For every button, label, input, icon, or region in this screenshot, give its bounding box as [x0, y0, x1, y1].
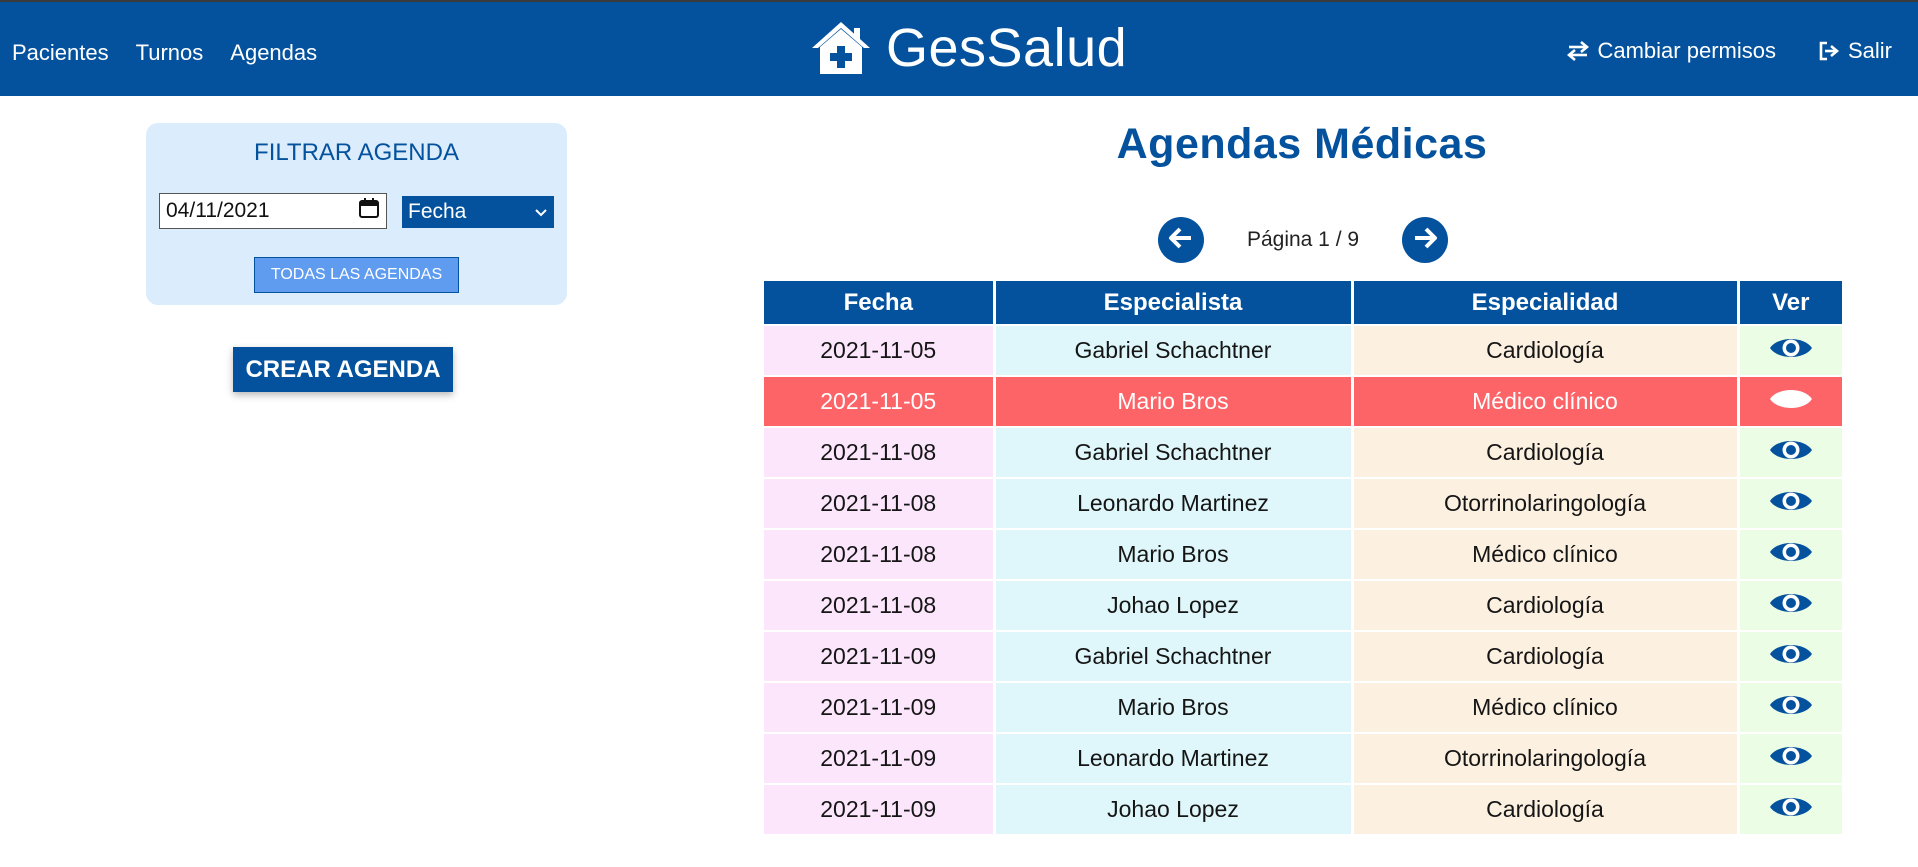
cell-especialidad: Cardiología	[1352, 783, 1740, 834]
eye-icon[interactable]	[1768, 588, 1814, 624]
table-header-row: Fecha Especialista Especialidad Ver	[764, 281, 1842, 325]
cell-ver	[1738, 324, 1842, 376]
home-medical-icon	[810, 20, 872, 76]
cambiar-permisos-label: Cambiar permisos	[1597, 38, 1776, 63]
table-row: 2021-11-08 Gabriel Schachtner Cardiología	[764, 426, 1842, 478]
salir-link[interactable]: Salir	[1818, 38, 1892, 64]
cell-fecha: 2021-11-08	[764, 528, 996, 580]
cell-especialista: Gabriel Schachtner	[994, 426, 1354, 478]
cell-especialidad: Cardiología	[1352, 579, 1740, 631]
cell-fecha: 2021-11-05	[764, 324, 996, 376]
header-ver: Ver	[1738, 281, 1842, 325]
top-navbar: Pacientes Turnos Agendas GesSalud Cambia…	[0, 0, 1918, 96]
salir-label: Salir	[1847, 38, 1892, 63]
filter-type-select[interactable]: Fecha	[402, 196, 554, 228]
cell-ver	[1738, 630, 1842, 682]
cell-especialidad: Médico clínico	[1352, 528, 1740, 580]
cell-especialista: Leonardo Martinez	[994, 477, 1354, 529]
exchange-icon	[1567, 41, 1590, 61]
nav-link-turnos[interactable]: Turnos	[136, 40, 204, 66]
eye-icon[interactable]	[1768, 435, 1814, 471]
cell-ver	[1738, 579, 1842, 631]
table-row: 2021-11-05 Mario Bros Médico clínico	[764, 375, 1842, 427]
header-especialista: Especialista	[994, 281, 1354, 325]
agendas-table: Fecha Especialista Especialidad Ver 2021…	[764, 281, 1842, 834]
eye-icon[interactable]	[1768, 741, 1814, 777]
cell-fecha: 2021-11-09	[764, 681, 996, 733]
cell-ver	[1738, 375, 1842, 427]
cell-especialidad: Otorrinolaringología	[1352, 732, 1740, 784]
eye-icon[interactable]	[1768, 486, 1814, 522]
eye-icon[interactable]	[1768, 639, 1814, 675]
table-row: 2021-11-08 Johao Lopez Cardiología	[764, 579, 1842, 631]
select-value: Fecha	[408, 200, 467, 223]
date-value: 04/11/2021	[166, 199, 270, 222]
sign-out-icon	[1818, 41, 1840, 61]
cell-especialidad: Médico clínico	[1352, 681, 1740, 733]
table-row: 2021-11-08 Leonardo Martinez Otorrinolarin…	[764, 477, 1842, 529]
cell-especialista: Gabriel Schachtner	[994, 630, 1354, 682]
page-indicator: Página 1 / 9	[1246, 228, 1360, 251]
eye-icon[interactable]	[1768, 537, 1814, 573]
page-title: Agendas Médicas	[1116, 120, 1488, 168]
nav-link-agendas[interactable]: Agendas	[230, 40, 317, 66]
table-body: 2021-11-05 Gabriel Schachtner Cardiología 2…	[764, 324, 1842, 834]
pagination: Página 1 / 9	[1158, 217, 1448, 265]
table-row: 2021-11-09 Mario Bros Médico clínico	[764, 681, 1842, 733]
table-row: 2021-11-08 Mario Bros Médico clínico	[764, 528, 1842, 580]
cell-fecha: 2021-11-08	[764, 426, 996, 478]
cell-fecha: 2021-11-09	[764, 630, 996, 682]
nav-actions: Cambiar permisos Salir	[1567, 38, 1892, 64]
filter-panel: FILTRAR AGENDA 04/11/2021 Fecha TODAS LA…	[146, 123, 567, 305]
next-page-button[interactable]	[1402, 217, 1448, 263]
eye-icon[interactable]	[1768, 333, 1814, 369]
cell-especialista: Leonardo Martinez	[994, 732, 1354, 784]
eye-icon[interactable]	[1768, 384, 1814, 420]
cell-especialidad: Cardiología	[1352, 324, 1740, 376]
table-row: 2021-11-09 Johao Lopez Cardiología	[764, 783, 1842, 834]
cell-ver	[1738, 732, 1842, 784]
cell-especialidad: Cardiología	[1352, 426, 1740, 478]
cell-ver	[1738, 681, 1842, 733]
arrow-left-icon	[1166, 223, 1196, 258]
header-fecha: Fecha	[764, 281, 996, 325]
cell-fecha: 2021-11-08	[764, 579, 996, 631]
cell-ver	[1738, 528, 1842, 580]
cell-especialista: Mario Bros	[994, 375, 1354, 427]
eye-icon[interactable]	[1768, 792, 1814, 828]
cell-especialista: Johao Lopez	[994, 783, 1354, 834]
cell-especialista: Mario Bros	[994, 528, 1354, 580]
date-input[interactable]: 04/11/2021	[159, 193, 387, 229]
eye-icon[interactable]	[1768, 690, 1814, 726]
calendar-icon[interactable]	[358, 197, 380, 225]
cell-ver	[1738, 477, 1842, 529]
table-row: 2021-11-09 Gabriel Schachtner Cardiología	[764, 630, 1842, 682]
cell-especialidad: Médico clínico	[1352, 375, 1740, 427]
header-especialidad: Especialidad	[1352, 281, 1740, 325]
filter-title: FILTRAR AGENDA	[254, 139, 459, 166]
brand-name: GesSalud	[886, 18, 1128, 78]
cell-especialista: Johao Lopez	[994, 579, 1354, 631]
cell-ver	[1738, 426, 1842, 478]
cell-especialidad: Otorrinolaringología	[1352, 477, 1740, 529]
crear-agenda-button[interactable]: CREAR AGENDA	[233, 347, 453, 392]
cell-fecha: 2021-11-09	[764, 783, 996, 834]
arrow-right-icon	[1410, 223, 1440, 258]
nav-links: Pacientes Turnos Agendas	[12, 40, 317, 66]
cell-fecha: 2021-11-08	[764, 477, 996, 529]
prev-page-button[interactable]	[1158, 217, 1204, 263]
cell-especialidad: Cardiología	[1352, 630, 1740, 682]
table-row: 2021-11-05 Gabriel Schachtner Cardiología	[764, 324, 1842, 376]
cambiar-permisos-link[interactable]: Cambiar permisos	[1567, 38, 1776, 64]
todas-las-agendas-button[interactable]: TODAS LAS AGENDAS	[254, 257, 459, 293]
nav-link-pacientes[interactable]: Pacientes	[12, 40, 109, 66]
brand[interactable]: GesSalud	[810, 20, 1127, 76]
cell-fecha: 2021-11-09	[764, 732, 996, 784]
chevron-down-icon	[534, 200, 548, 224]
cell-especialista: Mario Bros	[994, 681, 1354, 733]
table-row: 2021-11-09 Leonardo Martinez Otorrinolarin…	[764, 732, 1842, 784]
cell-fecha: 2021-11-05	[764, 375, 996, 427]
cell-especialista: Gabriel Schachtner	[994, 324, 1354, 376]
cell-ver	[1738, 783, 1842, 834]
